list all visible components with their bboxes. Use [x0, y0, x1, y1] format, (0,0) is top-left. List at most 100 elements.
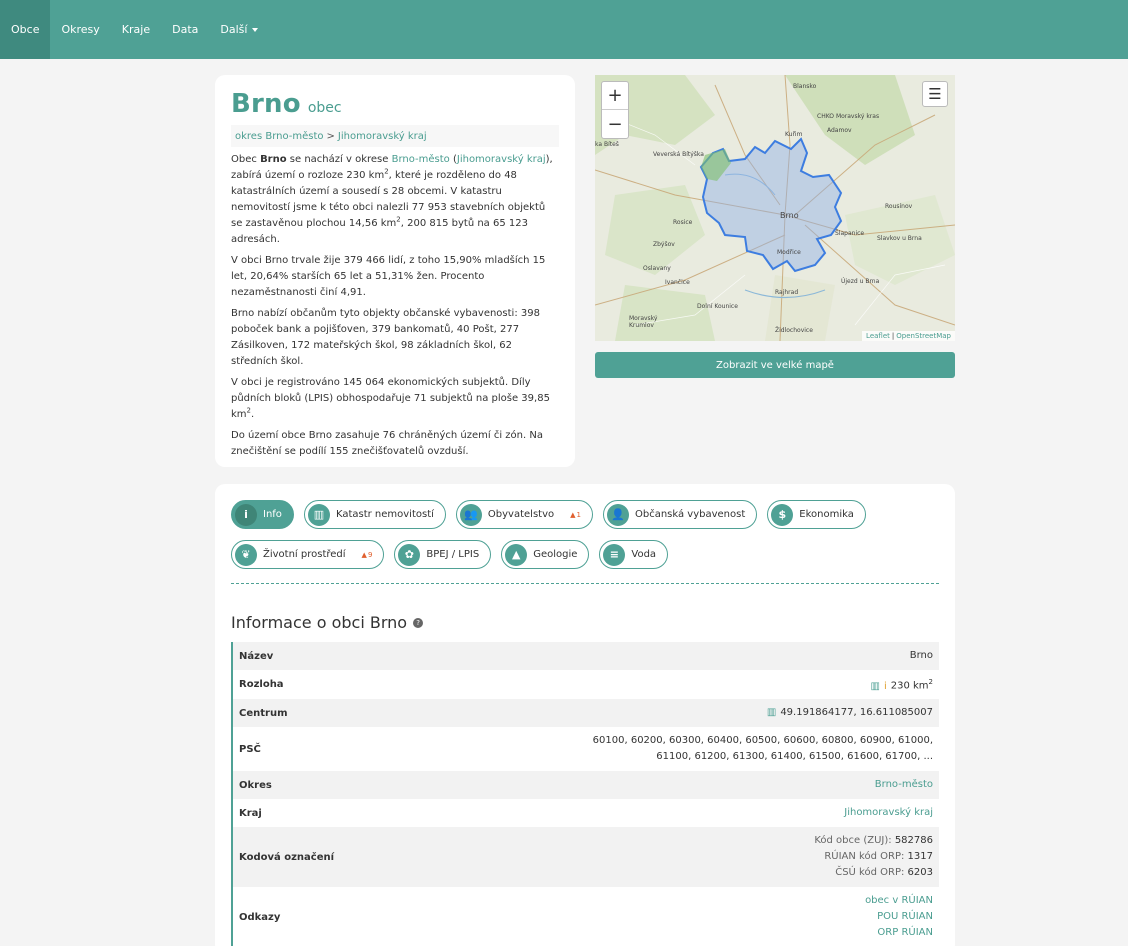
row-label: Odkazy	[239, 911, 281, 923]
nav-kraje-label: Kraje	[121, 23, 151, 36]
map-label: Veverská Bítýška	[653, 151, 704, 158]
description: Obec Brno se nachází v okrese Brno-město…	[231, 152, 559, 460]
users-icon: 👥	[459, 503, 482, 526]
row-value-links: obec v RÚIAN POU RÚIAN ORP RÚIAN	[865, 893, 933, 941]
tab-label: Geologie	[533, 549, 578, 560]
map-attribution: Leaflet | OpenStreetMap	[862, 331, 955, 341]
table-row: PSČ 60100, 60200, 60300, 60400, 60500, 6…	[233, 727, 939, 771]
info-table: Název Brno Rozloha ▥ i 230 km2 Centrum ▥ 49…	[231, 642, 939, 946]
map-label: Blansko	[793, 83, 817, 90]
tab-label: Občanská vybavenost	[634, 509, 746, 520]
code-label: ČSÚ kód ORP:	[835, 867, 905, 878]
table-row: Centrum ▥ 49.191864177, 16.611085007	[233, 699, 939, 727]
tab-ekonomika[interactable]: $ Ekonomika	[767, 500, 866, 529]
tab-label: Voda	[631, 549, 657, 560]
tab-info[interactable]: i Info	[231, 500, 294, 529]
page-title: Brno	[231, 89, 301, 119]
osm-link[interactable]: OpenStreetMap	[896, 332, 951, 340]
code-value: 6203	[907, 867, 933, 878]
row-value-center: ▥ 49.191864177, 16.611085007	[767, 705, 933, 721]
nav-kraje[interactable]: Kraje	[111, 0, 161, 59]
row-label: Centrum	[239, 707, 288, 719]
map-label: CHKO Moravský kras	[817, 113, 880, 120]
desc-region-link[interactable]: Jihomoravský kraj	[457, 154, 546, 165]
description-paragraph: V obci Brno trvale žije 379 466 lidí, z …	[231, 255, 546, 298]
nav-dalsi-label: Další	[220, 23, 248, 36]
help-icon[interactable]: ?	[413, 617, 424, 628]
breadcrumb-separator: >	[326, 130, 335, 142]
row-value-area: ▥ i 230 km2	[870, 674, 933, 694]
tab-obcanska-vybavenost[interactable]: 👤 Občanská vybavenost	[602, 500, 758, 529]
map-icon[interactable]: ▥	[767, 707, 776, 718]
map-label: Adamov	[827, 127, 852, 134]
warning-count: 1	[576, 510, 581, 519]
tab-zivotni-prostredi[interactable]: ❦ Životní prostředí ▲ 9	[231, 540, 385, 569]
code-label: RÚIAN kód ORP:	[824, 851, 905, 862]
row-label: PSČ	[239, 743, 261, 755]
map-icon[interactable]: ▥	[870, 681, 879, 692]
table-row: Kodová označení Kód obce (ZUJ): 582786 R…	[233, 827, 939, 887]
zoom-in-button[interactable]: +	[602, 82, 628, 110]
tab-katastr[interactable]: ▥ Katastr nemovitostí	[303, 500, 446, 529]
table-row: Kraj Jihomoravský kraj	[233, 799, 939, 827]
tab-label: Ekonomika	[799, 509, 854, 520]
description-paragraph: V obci je registrováno 145 064 ekonomick…	[231, 375, 559, 423]
top-navbar: Obce Okresy Kraje Data Další	[0, 0, 1128, 59]
desc-text: Obec	[231, 154, 257, 165]
row-label: Okres	[239, 779, 272, 791]
info-icon: i	[235, 503, 257, 526]
details-card: i Info ▥ Katastr nemovitostí 👥 Obyvatelstvo…	[215, 484, 955, 946]
caret-down-icon	[252, 27, 259, 32]
layers-icon[interactable]: ☰	[922, 81, 948, 107]
zoom-out-button[interactable]: −	[602, 110, 628, 138]
ruian-obec-link[interactable]: obec v RÚIAN	[865, 893, 933, 909]
row-label: Název	[239, 650, 274, 662]
map-view[interactable]: Blansko CHKO Moravský kras Kuřim Adamov …	[595, 75, 955, 341]
municipality-info-card: Brno obec okres Brno-město > Jihomoravsk…	[215, 75, 575, 467]
desc-district-link[interactable]: Brno-město	[392, 154, 450, 165]
tab-bpej-lpis[interactable]: ✿ BPEJ / LPIS	[394, 540, 492, 569]
table-row: Název Brno	[233, 642, 939, 670]
info-icon[interactable]: i	[884, 681, 887, 692]
show-big-map-button[interactable]: Zobrazit ve velké mapě	[595, 352, 955, 378]
psc-line: 60100, 60200, 60300, 60400, 60500, 60600…	[592, 735, 933, 746]
seedling-icon: ✿	[398, 543, 421, 566]
mountain-icon: ▲	[505, 543, 528, 566]
breadcrumb-district-link[interactable]: okres Brno-město	[235, 131, 324, 142]
table-row: Odkazy obec v RÚIAN POU RÚIAN ORP RÚIAN	[233, 887, 939, 946]
map-zoom-control: + −	[601, 81, 629, 139]
map-label: Modřice	[777, 249, 801, 256]
desc-text: V obci je registrováno 145 064 ekonomick…	[231, 377, 550, 420]
district-link[interactable]: Brno-město	[875, 779, 933, 790]
leaflet-link[interactable]: Leaflet	[866, 332, 890, 340]
table-row: Rozloha ▥ i 230 km2	[233, 670, 939, 699]
dollar-icon: $	[771, 503, 794, 526]
row-value: Brno	[909, 650, 933, 661]
area-value: 230 km	[890, 680, 929, 692]
tab-voda[interactable]: ≡ Voda	[599, 540, 669, 569]
area-sup: 2	[928, 678, 933, 687]
tabs-divider	[231, 583, 939, 584]
tab-geologie[interactable]: ▲ Geologie	[501, 540, 590, 569]
section-title-text: Informace o obci Brno	[231, 613, 408, 632]
nav-dalsi-dropdown[interactable]: Další	[209, 0, 269, 59]
nav-data[interactable]: Data	[161, 0, 209, 59]
code-value: 582786	[894, 835, 933, 846]
nav-obce[interactable]: Obce	[0, 0, 51, 59]
map-label: Moravský Krumlov	[629, 315, 658, 329]
region-link[interactable]: Jihomoravský kraj	[844, 807, 933, 818]
row-label: Rozloha	[239, 679, 284, 690]
section-title: Informace o obci Brno ?	[231, 613, 939, 632]
nav-data-label: Data	[172, 23, 199, 36]
water-icon: ≡	[603, 543, 626, 566]
code-value: 1317	[907, 851, 933, 862]
user-icon: 👤	[606, 503, 629, 526]
ruian-orp-link[interactable]: ORP RÚIAN	[865, 925, 933, 941]
category-tabs: i Info ▥ Katastr nemovitostí 👥 Obyvatelstvo…	[231, 500, 951, 569]
ruian-pou-link[interactable]: POU RÚIAN	[865, 909, 933, 925]
code-label: Kód obce (ZUJ):	[814, 835, 892, 846]
description-paragraph: Brno nabízí občanům tyto objekty občansk…	[231, 308, 540, 367]
tab-obyvatelstvo[interactable]: 👥 Obyvatelstvo ▲ 1	[455, 500, 593, 529]
breadcrumb-region-link[interactable]: Jihomoravský kraj	[338, 131, 427, 142]
nav-okresy[interactable]: Okresy	[50, 0, 110, 59]
